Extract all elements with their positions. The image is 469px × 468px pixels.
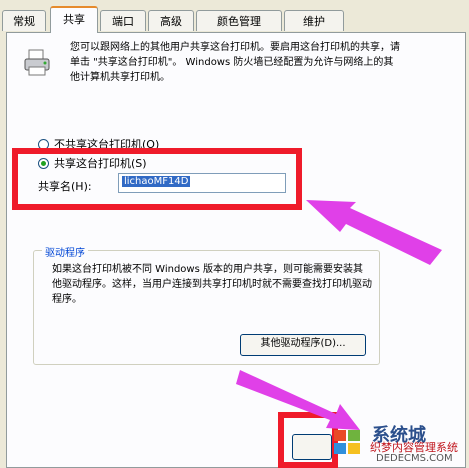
drivers-group-title: 驱动程序 (42, 244, 88, 259)
windows-logo-icon (334, 430, 360, 454)
tab-bar: 常规 共享 端口 高级 颜色管理 维护 (0, 0, 469, 33)
tab-general[interactable]: 常规 (2, 10, 46, 31)
tab-sharing[interactable]: 共享 (50, 6, 98, 33)
tab-ports[interactable]: 端口 (100, 10, 146, 31)
watermark: 系统城 织梦内容管理系统 DEDECMS.COM (330, 425, 469, 468)
tab-maintenance[interactable]: 维护 (284, 10, 344, 31)
ok-button[interactable] (292, 434, 332, 460)
drivers-description: 如果这台打印机被不同 Windows 版本的用户共享，则可能需要安装其他驱动程序… (52, 264, 372, 305)
share-highlight-box (12, 148, 302, 210)
watermark-site: DEDECMS.COM (376, 453, 453, 464)
other-drivers-button[interactable]: 其他驱动程序(D)... (240, 334, 366, 356)
sharing-description: 您可以跟网络上的其他用户共享这台打印机。要启用这台打印机的共享，请单击 "共享这… (70, 42, 400, 83)
tab-color-management[interactable]: 颜色管理 (196, 10, 282, 31)
tab-advanced[interactable]: 高级 (148, 10, 194, 31)
printer-icon (24, 49, 50, 76)
